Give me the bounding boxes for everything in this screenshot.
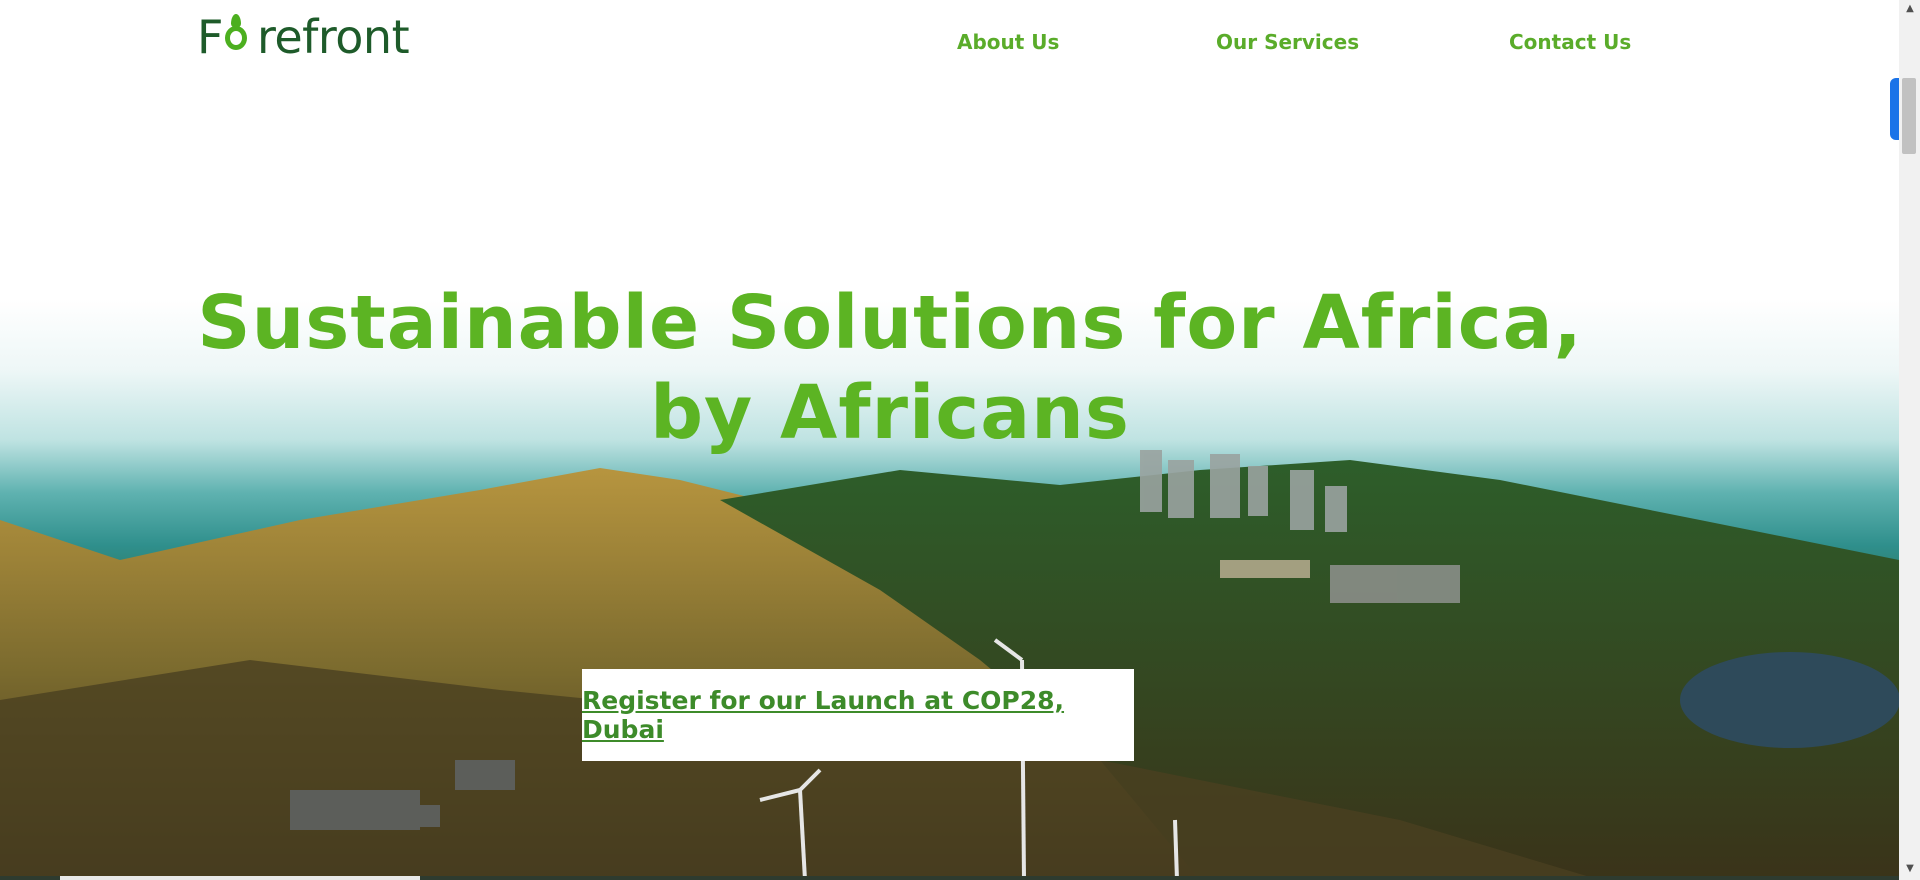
nav-link-our-services[interactable]: Our Services <box>1216 30 1359 54</box>
main-nav: About Us Our Services Contact Us <box>0 30 1899 60</box>
side-panel-tab[interactable] <box>1890 78 1899 140</box>
cta-container: Register for our Launch at COP28, Dubai <box>582 669 1134 761</box>
headline-line-2: by Africans <box>650 370 1130 456</box>
bottom-strip <box>0 876 1899 880</box>
register-launch-link[interactable]: Register for our Launch at COP28, Dubai <box>582 686 1134 744</box>
scroll-up-arrow-icon[interactable]: ▲ <box>1903 2 1917 16</box>
nav-link-about-us[interactable]: About Us <box>957 30 1059 54</box>
headline-line-1: Sustainable Solutions for Africa, <box>197 280 1583 366</box>
scrollbar-thumb[interactable] <box>1902 78 1916 154</box>
hero-headline: Sustainable Solutions for Africa, by Afr… <box>180 278 1600 458</box>
hero-section: F refront About Us Our Services Contact … <box>0 0 1899 880</box>
nav-link-contact-us[interactable]: Contact Us <box>1509 30 1631 54</box>
scroll-down-arrow-icon[interactable]: ▼ <box>1903 862 1917 876</box>
